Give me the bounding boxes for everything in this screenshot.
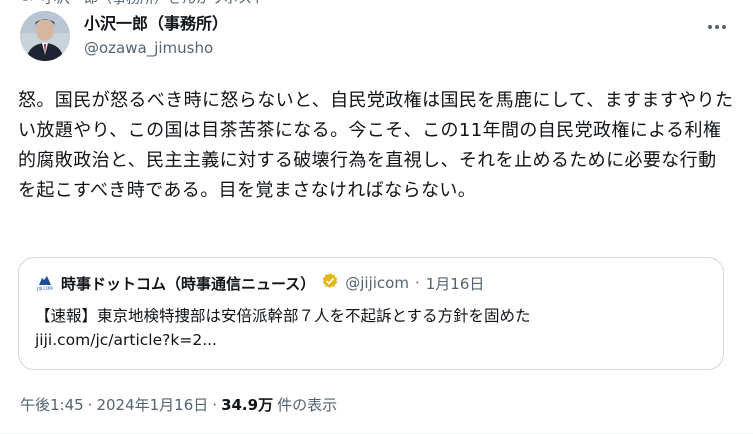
quoted-separator: · (414, 274, 420, 292)
quoted-author-name[interactable]: 時事ドットコム（時事通信ニュース） (61, 273, 315, 294)
verified-badge-icon (321, 272, 339, 294)
footer-separator: · (212, 395, 218, 414)
view-count-label: 件の表示 (277, 396, 338, 414)
author-info[interactable]: 小沢一郎（事務所） @ozawa_jimusho (84, 13, 228, 59)
author-handle[interactable]: @ozawa_jimusho (84, 37, 228, 59)
quoted-post[interactable]: JIJI.COM 時事ドットコム（時事通信ニュース） @jijicom · 1月… (18, 257, 724, 370)
quoted-post-body: 【速報】東京地検特捜部は安倍派幹部７人を不起訴とする方針を固めた jiji.co… (35, 304, 705, 352)
quoted-post-link[interactable]: jiji.com/jc/article?k=2... (35, 328, 705, 352)
more-options-button[interactable] (705, 14, 729, 34)
jiji-logo: JIJI.COM (35, 273, 55, 293)
svg-text:JIJI.COM: JIJI.COM (36, 286, 53, 291)
footer-separator: · (87, 395, 93, 414)
avatar[interactable] (20, 11, 70, 61)
quoted-date[interactable]: 1月16日 (426, 273, 485, 294)
repost-header[interactable]: 小沢一郎（事務所）さんがリポスト (20, 0, 266, 8)
author-name[interactable]: 小沢一郎（事務所） (84, 13, 228, 35)
quoted-post-text: 【速報】東京地検特捜部は安倍派幹部７人を不起訴とする方針を固めた (35, 307, 531, 325)
tweet-text: 怒。国民が怒るべき時に怒らないと、自民党政権は国民を馬鹿にして、ますますやりたい… (18, 90, 734, 201)
repost-icon (20, 0, 34, 7)
quoted-post-header: JIJI.COM 時事ドットコム（時事通信ニュース） @jijicom · 1月… (35, 272, 484, 294)
repost-text: 小沢一郎（事務所）さんがリポスト (42, 0, 266, 8)
quoted-author-handle[interactable]: @jijicom (345, 274, 409, 292)
post-date[interactable]: 2024年1月16日 (96, 394, 208, 415)
more-options-icon (707, 15, 727, 34)
view-count: 34.9万 (221, 396, 274, 414)
post-time[interactable]: 午後1:45 (20, 394, 84, 415)
post-footer: 午後1:45 · 2024年1月16日 · 34.9万 件の表示 (20, 394, 337, 415)
